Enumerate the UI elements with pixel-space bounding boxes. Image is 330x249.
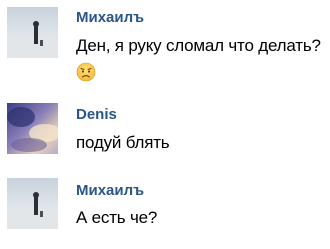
avatar-denis-image — [7, 103, 58, 154]
message-text: Ден, я руку сломал что делать? — [76, 36, 321, 55]
author-name[interactable]: Михаилъ — [76, 182, 144, 199]
message-item: Михаилъ Ден, я руку сломал что делать? — [0, 0, 330, 90]
avatar[interactable] — [7, 178, 58, 229]
message-item: Denis подуй блять — [0, 90, 330, 165]
avatar-mikhail-image — [7, 178, 58, 229]
author-name[interactable]: Михаилъ — [76, 9, 144, 26]
message-thread: Михаилъ Ден, я руку сломал что делать? D… — [0, 0, 330, 249]
avatar-mikhail-image — [7, 7, 58, 58]
worried-face-icon — [76, 62, 96, 82]
message-item: Михаилъ А есть че? — [0, 165, 330, 249]
author-name[interactable]: Denis — [76, 106, 117, 123]
avatar[interactable] — [7, 103, 58, 154]
message-text: подуй блять — [76, 133, 170, 152]
avatar[interactable] — [7, 7, 58, 58]
message-text: А есть че? — [76, 208, 158, 227]
